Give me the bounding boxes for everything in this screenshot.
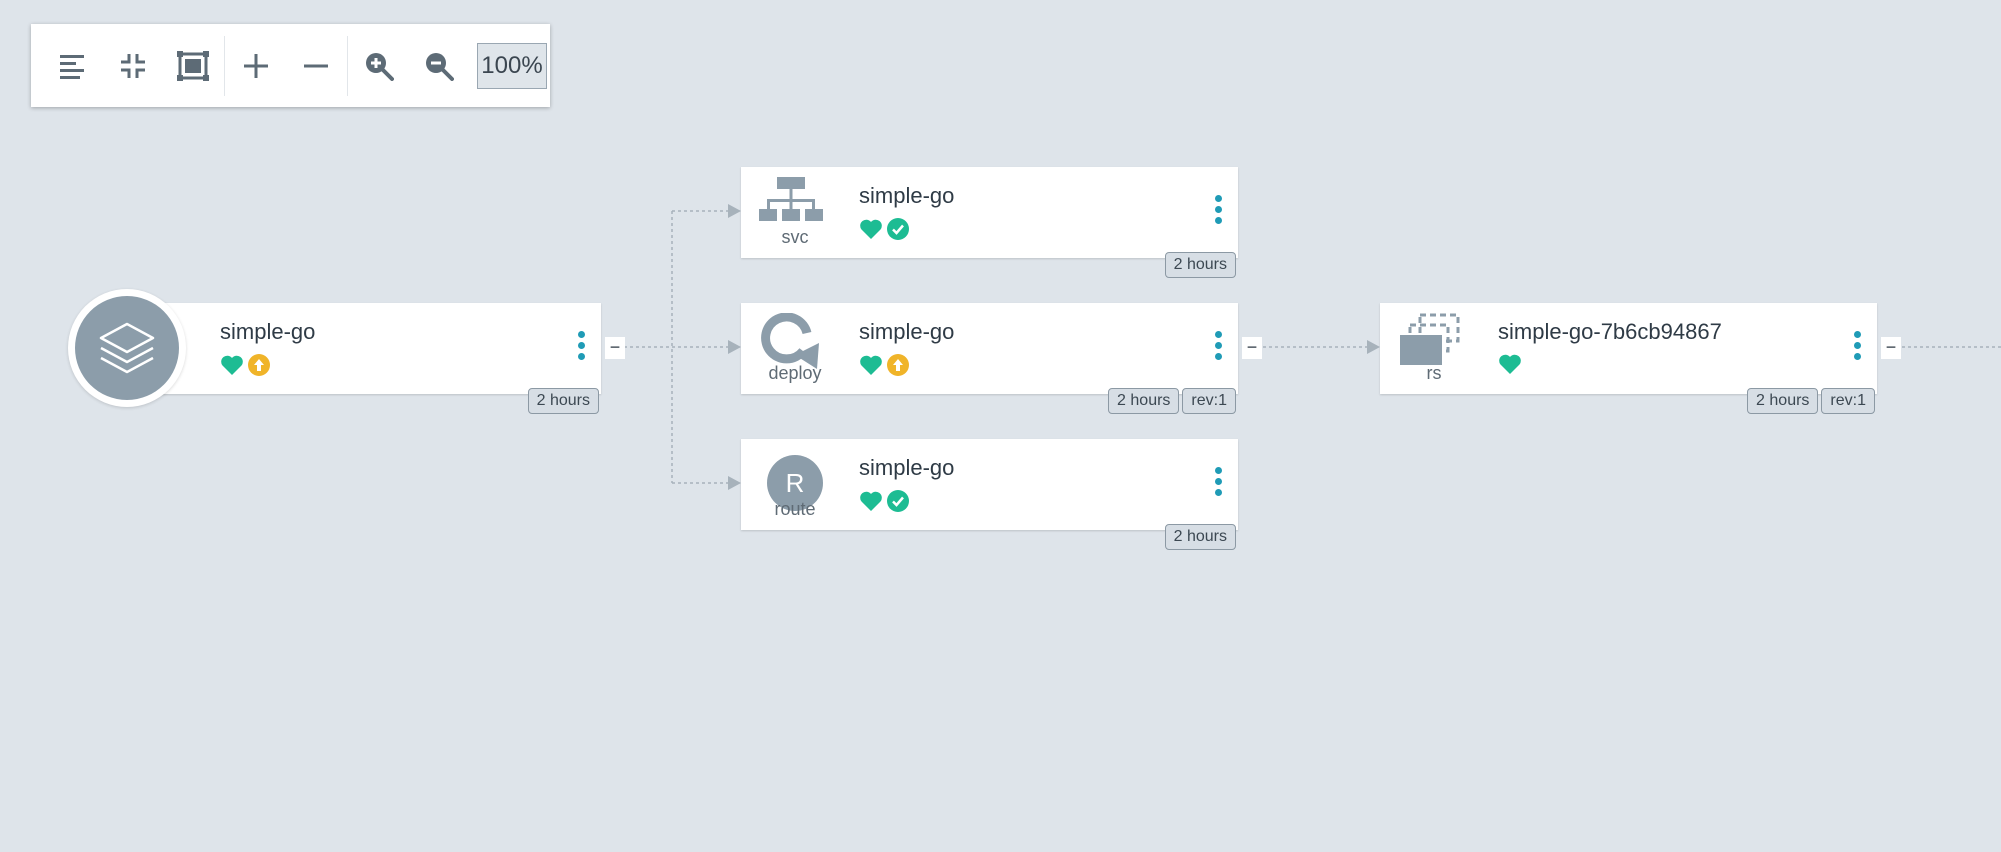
node-menu-button[interactable] (1212, 331, 1224, 367)
toolbar-divider (224, 35, 225, 96)
collapse-icon[interactable] (103, 36, 163, 96)
progressing-icon (248, 354, 270, 376)
node-menu-button[interactable] (1851, 331, 1863, 367)
node-title: simple-go (220, 319, 316, 344)
svc-node[interactable]: svc simple-go 2 hours (741, 167, 1238, 278)
heart-icon (221, 355, 243, 375)
progressing-icon (887, 354, 909, 376)
collapse-toggle-button[interactable]: − (1881, 337, 1901, 359)
age-badge: 2 hours (1108, 388, 1180, 414)
zoom-in-icon[interactable] (349, 36, 409, 96)
kind-label: svc (781, 227, 809, 247)
collapse-all-icon[interactable] (286, 36, 346, 96)
node-status (1498, 353, 1522, 375)
age-badge: 2 hours (1164, 252, 1236, 278)
zoom-out-icon[interactable] (409, 36, 469, 96)
node-title: simple-go (859, 319, 955, 344)
fit-to-screen-icon[interactable] (163, 36, 223, 96)
node-title: simple-go-7b6cb94867 (1498, 319, 1722, 344)
node-status (859, 217, 910, 241)
revision-badge: rev:1 (1182, 388, 1236, 414)
deploy-node[interactable]: deploy simple-go 2 hours rev:1 − (741, 303, 1262, 414)
application-node[interactable]: simple-go 2 hours − (68, 289, 625, 414)
toolbar-divider (347, 35, 348, 96)
rollout-refresh-icon (761, 313, 819, 369)
node-status (859, 489, 910, 513)
node-menu-button[interactable] (1212, 467, 1224, 503)
age-badge: 2 hours (1747, 388, 1819, 414)
graph-toolbar: 100% (31, 24, 550, 107)
application-icon-circle (68, 289, 186, 407)
expand-all-icon[interactable] (226, 36, 286, 96)
node-menu-button[interactable] (575, 331, 587, 367)
revision-badge: rev:1 (1821, 388, 1875, 414)
synced-check-icon (887, 490, 909, 512)
kind-label: rs (1426, 363, 1442, 383)
rs-node[interactable]: rs simple-go-7b6cb94867 2 hours rev:1 − (1380, 303, 1901, 414)
node-title: simple-go (859, 183, 955, 208)
kind-label: deploy (768, 363, 822, 383)
route-node[interactable]: R route simple-go 2 hours (741, 439, 1238, 550)
age-badge: 2 hours (527, 388, 599, 414)
heart-icon (860, 219, 882, 239)
heart-icon (1499, 354, 1521, 374)
resource-tree-edges (612, 204, 2001, 490)
replicaset-copies-icon (1400, 313, 1460, 365)
node-status (220, 353, 271, 377)
collapse-toggle-button[interactable]: − (605, 337, 625, 359)
layers-icon (99, 322, 155, 374)
node-badges: 2 hours (1164, 252, 1236, 278)
age-badge: 2 hours (1164, 524, 1236, 550)
heart-icon (860, 491, 882, 511)
node-badges: 2 hours (527, 388, 599, 414)
node-title: simple-go (859, 455, 955, 480)
node-badges: 2 hours rev:1 (1747, 388, 1875, 414)
node-menu-button[interactable] (1212, 195, 1224, 231)
zoom-level-display[interactable]: 100% (477, 42, 547, 89)
node-badges: 2 hours (1164, 524, 1236, 550)
collapse-toggle-button[interactable]: − (1242, 337, 1262, 359)
kind-label: route (774, 499, 816, 519)
align-left-icon[interactable] (43, 36, 103, 96)
network-hierarchy-icon (759, 177, 823, 221)
heart-icon (860, 355, 882, 375)
node-status (859, 353, 910, 377)
synced-check-icon (887, 218, 909, 240)
node-badges: 2 hours rev:1 (1108, 388, 1236, 414)
